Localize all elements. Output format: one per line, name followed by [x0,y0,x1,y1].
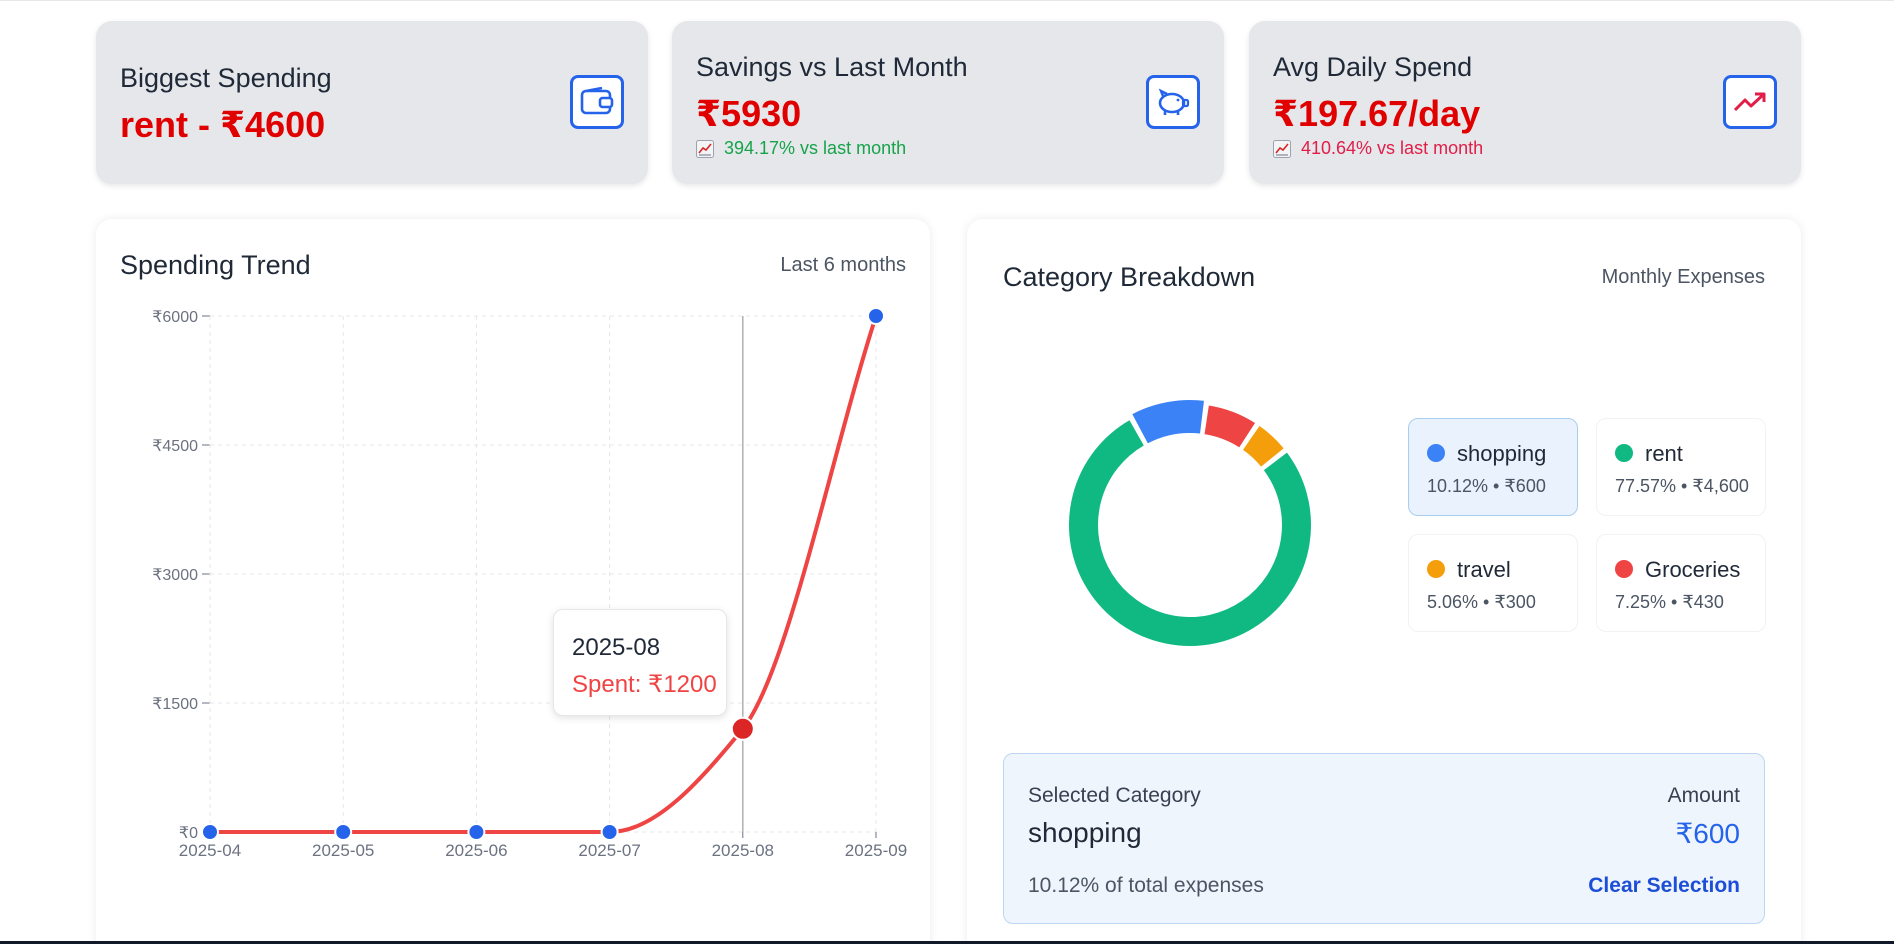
data-point[interactable] [201,823,219,841]
selected-category-panel: Selected Category shopping Amount ₹600 1… [1003,753,1765,924]
legend-label: travel [1457,557,1511,582]
y-tick-label: ₹4500 [152,438,198,455]
tooltip-spent: Spent: ₹1200 [572,671,717,698]
y-tick-label: ₹0 [179,825,198,842]
selected-percent: 10.12% of total expenses [1028,874,1264,897]
x-tick-label: 2025-08 [712,841,774,860]
selected-category-label: Selected Category [1028,784,1201,807]
category-title: Category Breakdown [1003,262,1256,292]
legend-detail: 5.06% • ₹300 [1427,592,1536,612]
clear-selection-button[interactable]: Clear Selection [1588,874,1740,898]
data-point[interactable] [867,307,885,325]
data-point[interactable] [467,823,486,841]
legend-detail: 7.25% • ₹430 [1615,592,1724,612]
legend-color-dot [1615,444,1633,462]
data-point[interactable] [334,823,353,841]
chart-tooltip: 2025-08 Spent: ₹1200 [553,609,727,716]
data-point-active[interactable] [730,716,755,741]
x-tick-label: 2025-07 [578,841,640,860]
legend-label: shopping [1457,441,1547,466]
selected-amount: ₹600 [1675,818,1740,849]
donut-slice-shopping[interactable] [1129,398,1207,446]
x-tick-label: 2025-04 [179,841,241,860]
x-tick-label: 2025-09 [845,841,907,860]
category-donut-chart[interactable] [1060,395,1320,655]
y-tick-label: ₹6000 [152,309,198,326]
tooltip-date: 2025-08 [572,634,661,661]
legend-item-groceries[interactable]: Groceries 7.25% • ₹430 [1596,534,1766,632]
legend-item-travel[interactable]: travel 5.06% • ₹300 [1408,534,1578,632]
legend-color-dot [1427,444,1445,462]
category-subtitle: Monthly Expenses [1601,266,1765,288]
selected-category-name: shopping [1028,817,1142,848]
legend-detail: 10.12% • ₹600 [1427,476,1546,496]
legend-color-dot [1427,560,1445,578]
legend-label: Groceries [1645,557,1741,582]
x-tick-label: 2025-05 [312,841,374,860]
legend-detail: 77.57% • ₹4,600 [1615,476,1749,496]
y-tick-label: ₹1500 [152,696,198,713]
legend-label: rent [1645,441,1683,466]
legend-color-dot [1615,560,1633,578]
data-point[interactable] [600,823,619,841]
legend-item-rent[interactable]: rent 77.57% • ₹4,600 [1596,418,1766,516]
y-tick-label: ₹3000 [152,567,198,584]
x-tick-label: 2025-06 [445,841,507,860]
amount-label: Amount [1667,784,1740,807]
legend-item-shopping[interactable]: shopping 10.12% • ₹600 [1408,418,1578,516]
